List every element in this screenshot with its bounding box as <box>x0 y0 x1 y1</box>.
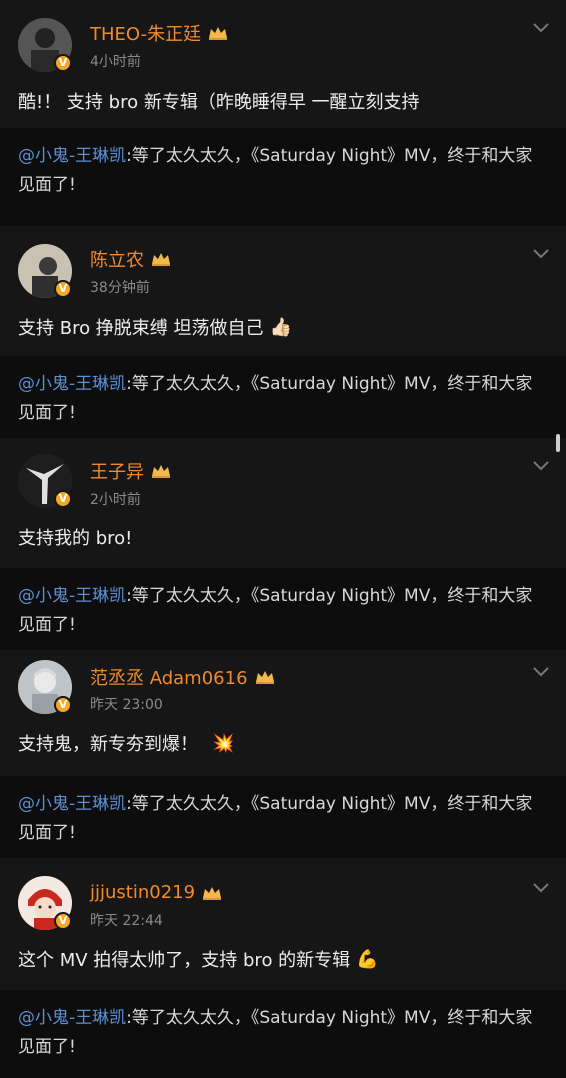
verified-badge-icon: V <box>54 280 72 298</box>
timestamp: 4小时前 <box>90 54 141 70</box>
username[interactable]: 范丞丞 Adam0616 <box>90 664 276 690</box>
username-label[interactable]: 陈立农 <box>90 246 144 272</box>
mention-link[interactable]: @小鬼-王琳凯 <box>18 374 126 394</box>
quoted-post[interactable]: @小鬼-王琳凯:等了太久太久，《Saturday Night》MV，终于和大家见… <box>0 128 566 226</box>
comment-header: V 王子异 2小时前 <box>0 438 566 528</box>
comment-text: 这个 MV 拍得太帅了，支持 bro 的新专辑 💪 <box>18 946 379 972</box>
timestamp: 38分钟前 <box>90 280 150 296</box>
username-label[interactable]: 王子异 <box>90 458 144 484</box>
crown-icon <box>203 886 222 900</box>
timestamp: 昨天 22:44 <box>90 913 163 929</box>
comment-header: V 范丞丞 Adam0616 昨天 23:00 <box>0 650 566 740</box>
chevron-down-icon[interactable] <box>532 22 550 34</box>
chevron-down-icon[interactable] <box>532 882 550 894</box>
verified-badge-icon: V <box>54 54 72 72</box>
mention-link[interactable]: @小鬼-王琳凯 <box>18 146 126 166</box>
quoted-post[interactable]: @小鬼-王琳凯:等了太久太久，《Saturday Night》MV，终于和大家见… <box>0 568 566 650</box>
timestamp: 2小时前 <box>90 492 141 508</box>
mention-link[interactable]: @小鬼-王琳凯 <box>18 1008 126 1028</box>
username[interactable]: 陈立农 <box>90 246 172 272</box>
comment-text-label: 支持我的 bro! <box>18 528 133 549</box>
comment-card[interactable]: V 范丞丞 Adam0616 昨天 23:00 支持鬼，新专夯到爆！ 💥 <box>0 650 566 776</box>
flexed-biceps-icon: 💪 <box>356 948 379 970</box>
username-label[interactable]: 范丞丞 Adam0616 <box>90 664 248 690</box>
verified-badge-icon: V <box>54 490 72 508</box>
quoted-post-text: @小鬼-王琳凯:等了太久太久，《Saturday Night》MV，终于和大家见… <box>18 1004 548 1062</box>
comment-header: V THEO-朱正廷 4小时前 <box>0 0 566 90</box>
comment-text-label: 支持 Bro 挣脱束缚 坦荡做自己 <box>18 318 264 339</box>
timestamp: 昨天 23:00 <box>90 697 163 713</box>
comment-text-label: 支持鬼，新专夯到爆！ <box>18 734 198 755</box>
comment-header: V 陈立农 38分钟前 <box>0 226 566 316</box>
username-label[interactable]: THEO-朱正廷 <box>90 20 201 46</box>
username[interactable]: THEO-朱正廷 <box>90 20 229 46</box>
crown-icon <box>152 253 170 266</box>
comment-card[interactable]: V jjjustin0219 昨天 22:44 这个 MV 拍得太帅了，支持 b… <box>0 858 566 990</box>
comment-header: V jjjustin0219 昨天 22:44 <box>0 858 566 948</box>
comment-card[interactable]: V 王子异 2小时前 支持我的 bro! <box>0 438 566 568</box>
comment-text: 支持 Bro 挣脱束缚 坦荡做自己 👍🏻 <box>18 314 292 340</box>
username[interactable]: 王子异 <box>90 458 172 484</box>
crown-icon <box>152 465 170 478</box>
quoted-post-text: @小鬼-王琳凯:等了太久太久，《Saturday Night》MV，终于和大家见… <box>18 582 548 640</box>
comment-card[interactable]: V 陈立农 38分钟前 支持 Bro 挣脱束缚 坦荡做自己 👍🏻 <box>0 226 566 356</box>
explosion-icon: 💥 <box>212 732 235 754</box>
comment-text: 支持我的 bro! <box>18 524 132 550</box>
verified-badge-icon: V <box>54 912 72 930</box>
quoted-post[interactable]: @小鬼-王琳凯:等了太久太久，《Saturday Night》MV，终于和大家见… <box>0 990 566 1078</box>
comment-text: 支持鬼，新专夯到爆！ 💥 <box>18 730 234 756</box>
chevron-down-icon[interactable] <box>532 460 550 472</box>
crown-icon <box>209 27 228 40</box>
username-label[interactable]: jjjustin0219 <box>90 882 195 903</box>
mention-link[interactable]: @小鬼-王琳凯 <box>18 586 126 606</box>
quoted-post[interactable]: @小鬼-王琳凯:等了太久太久，《Saturday Night》MV，终于和大家见… <box>0 776 566 858</box>
quoted-post-text: @小鬼-王琳凯:等了太久太久，《Saturday Night》MV，终于和大家见… <box>18 790 548 848</box>
comment-text-label: 这个 MV 拍得太帅了，支持 bro 的新专辑 <box>18 950 351 971</box>
quoted-post-text: @小鬼-王琳凯:等了太久太久，《Saturday Night》MV，终于和大家见… <box>18 370 548 428</box>
verified-badge-icon: V <box>54 696 72 714</box>
thumbs-up-icon: 👍🏻 <box>269 316 292 338</box>
quoted-post-text: @小鬼-王琳凯:等了太久太久，《Saturday Night》MV，终于和大家见… <box>18 142 548 200</box>
chevron-down-icon[interactable] <box>532 248 550 260</box>
chevron-down-icon[interactable] <box>532 666 550 678</box>
comment-card[interactable]: V THEO-朱正廷 4小时前 酷!！ 支持 bro 新专辑（昨晚睡得早 一醒立… <box>0 0 566 128</box>
comment-text: 酷!！ 支持 bro 新专辑（昨晚睡得早 一醒立刻支持 <box>18 88 420 114</box>
crown-icon <box>255 671 274 684</box>
comment-text-label: 酷!！ 支持 bro 新专辑（昨晚睡得早 一醒立刻支持 <box>18 92 420 113</box>
scrollbar[interactable] <box>556 434 560 452</box>
quoted-post[interactable]: @小鬼-王琳凯:等了太久太久，《Saturday Night》MV，终于和大家见… <box>0 356 566 438</box>
username[interactable]: jjjustin0219 <box>90 882 223 903</box>
mention-link[interactable]: @小鬼-王琳凯 <box>18 794 126 814</box>
